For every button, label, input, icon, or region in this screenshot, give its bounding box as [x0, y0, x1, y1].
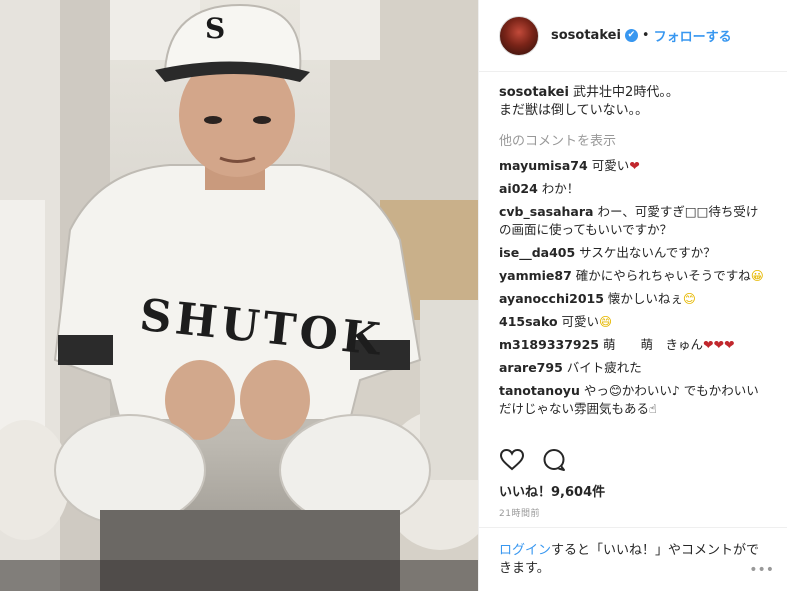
comment-text: 萌 萌 きゅん: [602, 337, 703, 352]
avatar[interactable]: [499, 15, 539, 56]
post-timestamp[interactable]: 21時間前: [499, 506, 540, 519]
comment-username[interactable]: mayumisa74: [499, 158, 588, 173]
follow-button[interactable]: フォローする: [654, 26, 732, 45]
comment-username[interactable]: m3189337925: [499, 337, 599, 352]
heart-emoji-icon: ❤: [629, 158, 640, 173]
comment-item: tanotanoyu やっ😊かわいい♪ でもかわいいだけじゃない雰囲気もある☝: [499, 382, 769, 418]
post-header: sosotakei ✔ • フォローする: [479, 0, 787, 72]
comment-text: 可愛い: [591, 158, 630, 173]
comment-item: ayanocchi2015 懐かしいねぇ😊: [499, 290, 769, 308]
comment-text: バイト疲れた: [566, 360, 642, 375]
comment-item: 415sako 可愛い😄: [499, 313, 769, 331]
post-photo[interactable]: S SHUTOK: [0, 0, 478, 591]
header-username[interactable]: sosotakei: [551, 28, 621, 43]
comment-username[interactable]: ayanocchi2015: [499, 291, 604, 306]
comment-username[interactable]: yammie87: [499, 268, 572, 283]
post-side-panel: sosotakei ✔ • フォローする sosotakei 武井壮中2時代。。…: [478, 0, 787, 591]
comment-username[interactable]: cvb_sasahara: [499, 204, 593, 219]
view-more-comments-link[interactable]: 他のコメントを表示: [499, 130, 769, 149]
svg-text:S: S: [205, 12, 225, 45]
comment-bubble-icon[interactable]: [541, 447, 567, 473]
separator-dot: •: [641, 28, 650, 43]
comment-item: mayumisa74 可愛い❤: [499, 157, 769, 175]
comment-item: ise__da405 サスケ出ないんですか？: [499, 244, 769, 262]
caption-username[interactable]: sosotakei: [499, 85, 569, 100]
action-bar: [499, 447, 567, 473]
comment-item: m3189337925 萌 萌 きゅん❤❤❤: [499, 336, 769, 354]
comment-container: mayumisa74 可愛い❤ ai024 わか！ cvb_sasahara わー、…: [499, 157, 769, 418]
smile-emoji-icon: 😄: [599, 314, 613, 329]
comment-item: yammie87 確かにやられちゃいそうですね😀: [499, 267, 769, 285]
heart-emoji-icon: ❤❤❤: [703, 337, 735, 352]
comment-username[interactable]: ise__da405: [499, 245, 575, 260]
heart-outline-icon[interactable]: [499, 447, 525, 473]
photo-illustration: S SHUTOK: [0, 0, 478, 591]
post-caption: sosotakei 武井壮中2時代。。 まだ獣は倒していない。。: [499, 84, 769, 120]
comment-username[interactable]: 415sako: [499, 314, 558, 329]
comment-text: サスケ出ないんですか？: [579, 245, 716, 260]
like-count[interactable]: いいね！9,604件: [499, 481, 605, 500]
smile-emoji-icon: 😀: [750, 268, 764, 283]
comment-text: 確かにやられちゃいそうですね: [575, 268, 751, 283]
comment-text: わか！: [541, 181, 580, 196]
comment-username[interactable]: arare795: [499, 360, 563, 375]
comment-text: 懐かしいねぇ: [607, 291, 683, 306]
comment-text: 可愛い: [561, 314, 600, 329]
comment-item: cvb_sasahara わー、可愛すぎ□□待ち受けの画面に使ってもいいですか？: [499, 203, 769, 239]
smile-emoji-icon: 😊: [682, 291, 696, 306]
comment-item: arare795 バイト疲れた: [499, 359, 769, 377]
comment-username[interactable]: tanotanoyu: [499, 383, 580, 398]
login-prompt: ログインすると「いいね！」やコメントができます。 •••: [479, 527, 787, 591]
comments-list[interactable]: sosotakei 武井壮中2時代。。 まだ獣は倒していない。。 他のコメントを…: [499, 84, 769, 440]
more-options-icon[interactable]: •••: [749, 561, 774, 579]
comment-username[interactable]: ai024: [499, 181, 538, 196]
comment-item: ai024 わか！: [499, 180, 769, 198]
verified-icon: ✔: [624, 29, 638, 42]
login-link[interactable]: ログイン: [499, 543, 551, 558]
